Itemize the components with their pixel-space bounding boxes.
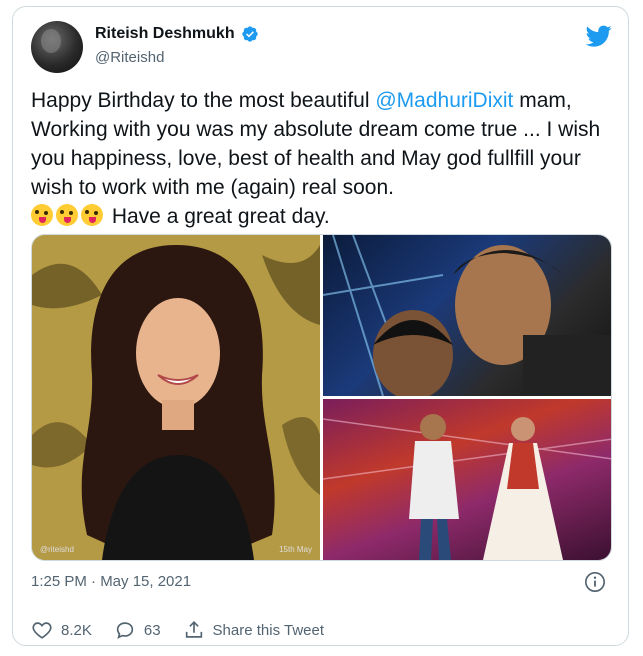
image-watermark: @riteishd [40, 545, 74, 554]
author-avatar[interactable] [31, 21, 83, 73]
tweet-actions-bar: 8.2K 63 Share this Tweet [31, 619, 324, 641]
tweet-text-part: Have a great great day. [106, 205, 330, 228]
tweet-timestamp[interactable]: 1:25 PM · May 15, 2021 [31, 573, 191, 590]
share-upload-icon [185, 621, 202, 638]
reply-bubble-icon [116, 622, 134, 639]
info-icon[interactable] [584, 571, 606, 593]
verified-badge-icon [241, 26, 258, 42]
share-label: Share this Tweet [212, 621, 324, 639]
author-display-name[interactable]: Riteish Deshmukh [95, 25, 235, 43]
heart-icon [32, 622, 52, 639]
author-handle[interactable]: @Riteishd [95, 49, 164, 66]
share-button[interactable]: Share this Tweet [183, 619, 324, 641]
image-date-label: 15th May [279, 545, 312, 554]
birthday-illustration-image[interactable]: @riteishd 15th May [32, 235, 320, 560]
stage-photo-art [323, 414, 611, 560]
zany-face-emoji-icon [81, 204, 103, 226]
reply-button[interactable]: 63 [114, 619, 161, 641]
selfie-photo-art [323, 235, 611, 396]
like-button[interactable]: 8.2K [31, 619, 92, 641]
twitter-bird-icon[interactable] [584, 23, 614, 49]
zany-face-emoji-icon [56, 204, 78, 226]
author-name-row: Riteish Deshmukh [95, 25, 259, 43]
selfie-photo-image[interactable] [323, 235, 611, 396]
media-grid: @riteishd 15th May [31, 234, 612, 561]
mention-link[interactable]: @MadhuriDixit [375, 89, 513, 112]
like-count: 8.2K [61, 621, 92, 639]
tweet-text: Happy Birthday to the most beautiful @Ma… [31, 86, 611, 231]
illustration-art [32, 235, 320, 560]
tweet-card: Riteish Deshmukh @Riteishd Happy Birthda… [12, 6, 629, 646]
tweet-text-part: Happy Birthday to the most beautiful [31, 89, 376, 112]
zany-face-emoji-icon [31, 204, 53, 226]
reply-count: 63 [143, 621, 161, 639]
stage-dance-photo-image[interactable] [323, 399, 611, 560]
